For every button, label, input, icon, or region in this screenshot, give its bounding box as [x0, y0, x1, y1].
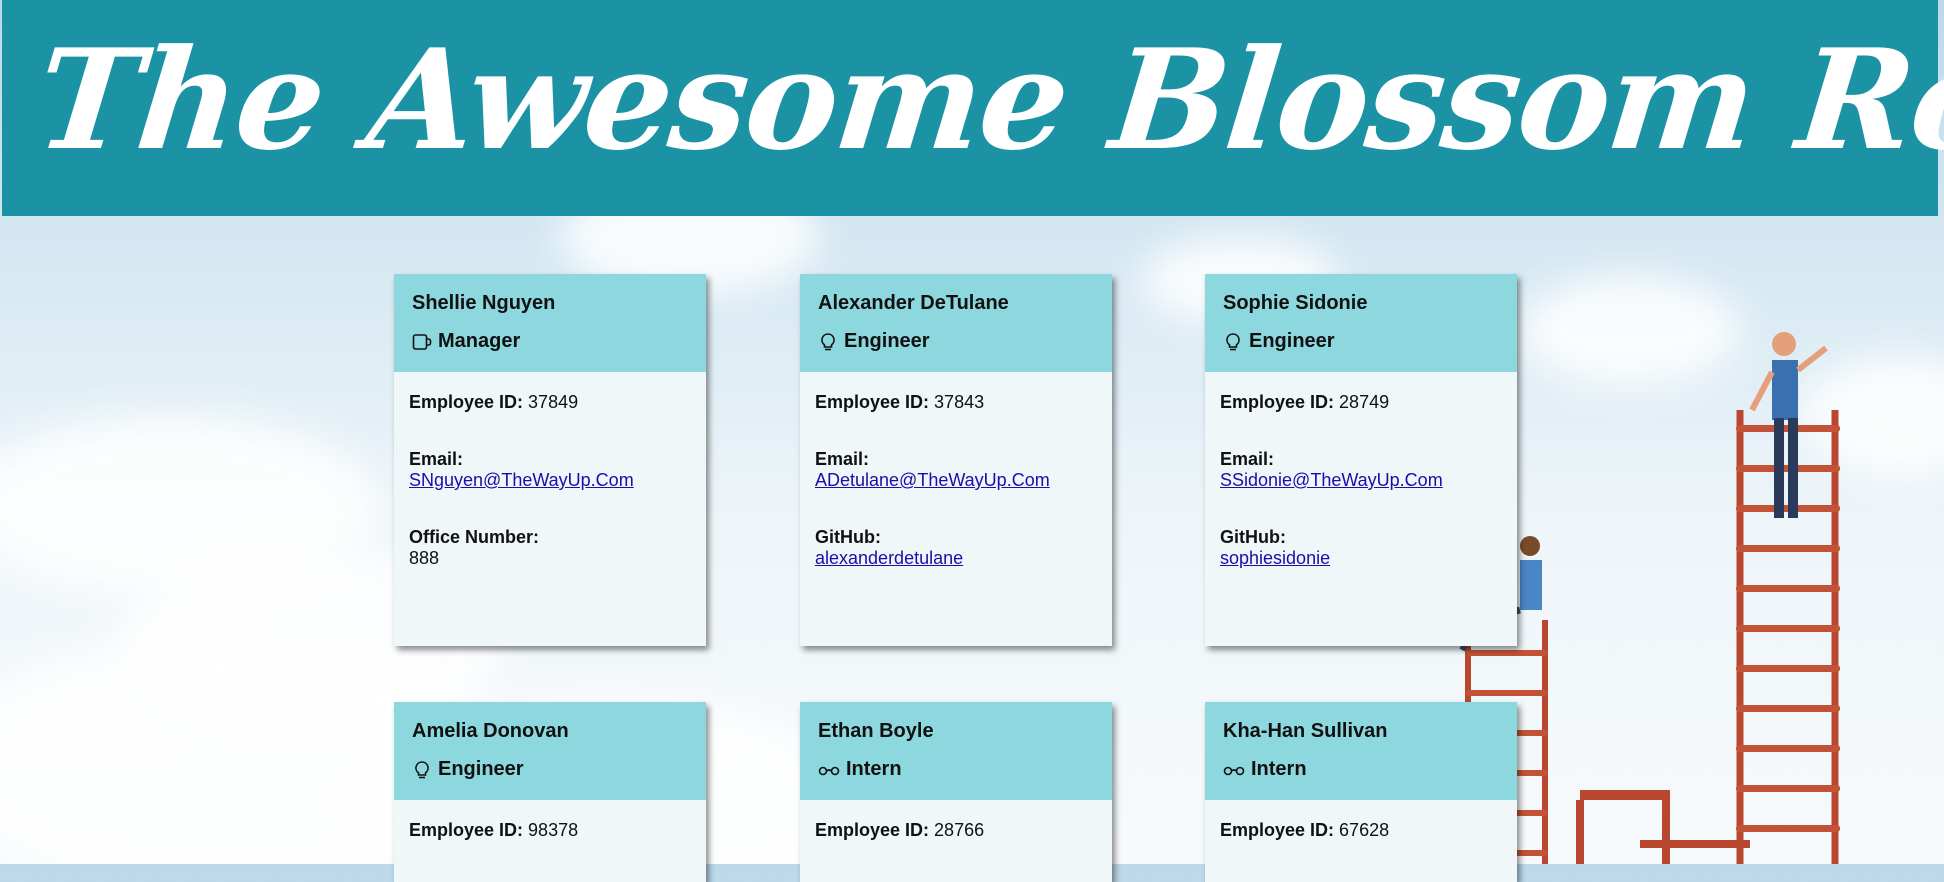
page-title: The Awesome Blossom Roster: [29, 18, 1944, 181]
email-label: Email:: [409, 449, 464, 469]
email-field: Email: SNguyen@TheWayUp.Com: [409, 449, 690, 491]
employee-id-value: 98378: [528, 820, 579, 840]
employee-card: Shellie Nguyen Manager Employee ID: 3784…: [394, 274, 706, 646]
role-label: Engineer: [1249, 330, 1335, 352]
mug-icon: [412, 333, 432, 351]
card-body: Employee ID: 98378: [394, 800, 706, 841]
github-label: GitHub:: [1220, 527, 1286, 547]
employee-id-field: Employee ID: 28749: [1220, 392, 1501, 413]
card-header: Ethan Boyle Intern: [800, 702, 1112, 800]
card-body: Employee ID: 37843 Email: ADetulane@TheWa…: [800, 372, 1112, 569]
office-number-value: 888: [409, 548, 440, 568]
github-link[interactable]: alexanderdetulane: [815, 548, 963, 568]
employee-id-value: 28766: [934, 820, 985, 840]
github-link[interactable]: sophiesidonie: [1220, 548, 1330, 568]
employee-card: Amelia Donovan Engineer Employee ID: 983…: [394, 702, 706, 882]
employee-id-field: Employee ID: 28766: [815, 820, 1096, 841]
employee-name: Alexander DeTulane: [818, 292, 1009, 314]
lightbulb-icon: [818, 332, 838, 352]
role-label: Engineer: [438, 758, 524, 780]
employee-id-value: 67628: [1339, 820, 1390, 840]
employee-id-value: 28749: [1339, 392, 1390, 412]
employee-id-label: Employee ID:: [1220, 820, 1335, 840]
office-number-field: Office Number: 888: [409, 527, 690, 569]
employee-id-field: Employee ID: 98378: [409, 820, 690, 841]
employee-role: Intern: [818, 758, 1094, 781]
card-header: Shellie Nguyen Manager: [394, 274, 706, 372]
employee-id-label: Employee ID:: [815, 392, 930, 412]
glasses-icon: [818, 764, 840, 776]
employee-name: Amelia Donovan: [412, 720, 569, 742]
employee-name: Sophie Sidonie: [1223, 292, 1368, 314]
github-field: GitHub: alexanderdetulane: [815, 527, 1096, 569]
employee-card: Sophie Sidonie Engineer Employee ID: 287…: [1205, 274, 1517, 646]
office-number-label: Office Number:: [409, 527, 540, 547]
email-label: Email:: [815, 449, 870, 469]
employee-card: Alexander DeTulane Engineer Employee ID:…: [800, 274, 1112, 646]
employee-name: Kha-Han Sullivan: [1223, 720, 1388, 742]
card-header: Kha-Han Sullivan Intern: [1205, 702, 1517, 800]
employee-name: Shellie Nguyen: [412, 292, 556, 314]
card-body: Employee ID: 28749 Email: SSidonie@TheWay…: [1205, 372, 1517, 569]
github-label: GitHub:: [815, 527, 881, 547]
employee-id-field: Employee ID: 67628: [1220, 820, 1501, 841]
email-link[interactable]: SNguyen@TheWayUp.Com: [409, 470, 634, 490]
email-field: Email: ADetulane@TheWayUp.Com: [815, 449, 1096, 491]
glasses-icon: [1223, 764, 1245, 776]
role-label: Intern: [846, 758, 902, 780]
lightbulb-icon: [1223, 332, 1243, 352]
employee-id-label: Employee ID:: [1220, 392, 1335, 412]
card-body: Employee ID: 28766: [800, 800, 1112, 841]
employee-role: Engineer: [412, 758, 688, 781]
employee-id-label: Employee ID:: [815, 820, 930, 840]
employee-id-label: Employee ID:: [409, 392, 524, 412]
github-field: GitHub: sophiesidonie: [1220, 527, 1501, 569]
employee-role: Engineer: [818, 330, 1094, 353]
employee-id-value: 37849: [528, 392, 579, 412]
employee-id-field: Employee ID: 37843: [815, 392, 1096, 413]
employee-role: Manager: [412, 330, 688, 353]
card-header: Alexander DeTulane Engineer: [800, 274, 1112, 372]
employee-id-field: Employee ID: 37849: [409, 392, 690, 413]
role-label: Engineer: [844, 330, 930, 352]
card-body: Employee ID: 67628: [1205, 800, 1517, 841]
email-link[interactable]: SSidonie@TheWayUp.Com: [1220, 470, 1443, 490]
email-link[interactable]: ADetulane@TheWayUp.Com: [815, 470, 1050, 490]
employee-role: Engineer: [1223, 330, 1499, 353]
card-header: Sophie Sidonie Engineer: [1205, 274, 1517, 372]
role-label: Manager: [438, 330, 521, 352]
role-label: Intern: [1251, 758, 1307, 780]
page-banner: The Awesome Blossom Roster: [2, 0, 1944, 216]
employee-card: Ethan Boyle Intern Employee ID: 28766: [800, 702, 1112, 882]
email-field: Email: SSidonie@TheWayUp.Com: [1220, 449, 1501, 491]
lightbulb-icon: [412, 760, 432, 780]
card-body: Employee ID: 37849 Email: SNguyen@TheWayU…: [394, 372, 706, 569]
employee-role: Intern: [1223, 758, 1499, 781]
email-label: Email:: [1220, 449, 1275, 469]
employee-id-label: Employee ID:: [409, 820, 524, 840]
employee-name: Ethan Boyle: [818, 720, 934, 742]
employee-card: Kha-Han Sullivan Intern Employee ID: 676…: [1205, 702, 1517, 882]
card-header: Amelia Donovan Engineer: [394, 702, 706, 800]
employee-id-value: 37843: [934, 392, 985, 412]
